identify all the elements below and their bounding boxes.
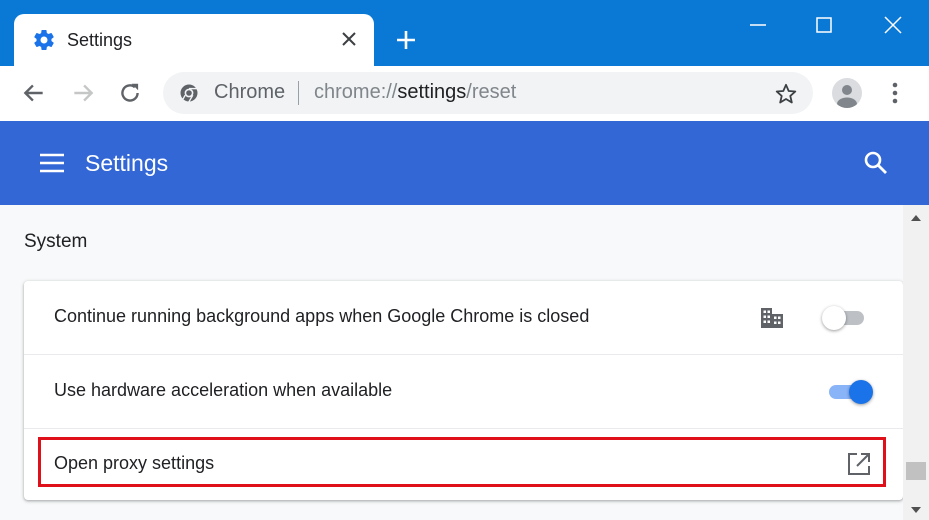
omnibox-host-label: Chrome — [214, 81, 286, 103]
chrome-logo-icon[interactable] — [179, 83, 199, 103]
scroll-down-arrow-icon[interactable] — [909, 505, 923, 515]
url-scheme: chrome:// — [314, 81, 398, 103]
hardware-acceleration-toggle[interactable] — [827, 379, 873, 405]
close-window-icon[interactable] — [880, 12, 906, 38]
scrollbar-thumb[interactable] — [906, 462, 926, 480]
forward-arrow-icon[interactable] — [70, 80, 96, 106]
row-label: Use hardware acceleration when available — [54, 380, 393, 400]
tab-title: Settings — [67, 30, 133, 50]
avatar-icon[interactable] — [832, 78, 862, 108]
reload-icon[interactable] — [117, 80, 143, 106]
row-background-apps[interactable]: Continue running background apps when Go… — [24, 281, 903, 354]
page-title: Settings — [85, 150, 169, 176]
section-title: System — [24, 231, 88, 252]
scrollbar[interactable] — [903, 205, 929, 520]
back-arrow-icon[interactable] — [21, 80, 47, 106]
gear-icon — [34, 29, 54, 50]
row-label: Continue running background apps when Go… — [54, 306, 590, 326]
url-host: settings — [397, 81, 467, 103]
scroll-up-arrow-icon[interactable] — [909, 213, 923, 223]
kebab-menu-icon[interactable] — [882, 80, 908, 106]
star-icon[interactable] — [774, 82, 798, 106]
maximize-icon[interactable] — [811, 12, 837, 38]
tab-settings[interactable]: Settings — [14, 14, 374, 66]
toggle-knob — [849, 380, 873, 404]
enterprise-building-icon — [761, 308, 783, 328]
search-icon[interactable] — [862, 149, 890, 177]
row-hardware-acceleration[interactable]: Use hardware acceleration when available — [24, 355, 903, 428]
browser-toolbar: Chrome chrome://settings/reset — [0, 66, 929, 121]
settings-header: Settings — [0, 121, 929, 205]
omnibox[interactable]: Chrome chrome://settings/reset — [163, 72, 813, 114]
hamburger-icon[interactable] — [38, 149, 66, 177]
close-icon[interactable] — [337, 27, 361, 51]
minimize-icon[interactable] — [745, 12, 771, 38]
url-path: /reset — [466, 81, 517, 103]
omnibox-url[interactable]: chrome://settings/reset — [314, 81, 516, 104]
background-apps-toggle[interactable] — [822, 305, 868, 331]
tab-strip: Settings — [0, 0, 929, 66]
omnibox-separator — [298, 81, 299, 105]
toggle-knob — [822, 306, 846, 330]
proxy-settings-highlight — [38, 437, 886, 487]
plus-icon[interactable] — [392, 26, 420, 54]
avatar-glyph-icon — [837, 85, 857, 108]
